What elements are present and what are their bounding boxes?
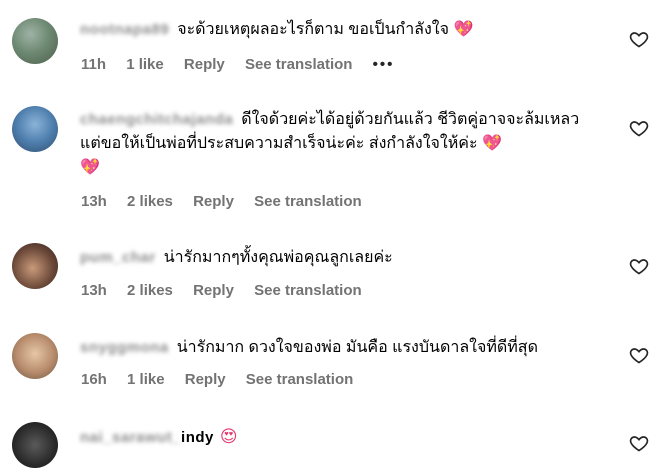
heart-outline-icon[interactable] (629, 256, 649, 276)
sparkling-heart-emoji: 💖 (481, 135, 502, 152)
username[interactable]: chaengchitchajanda (80, 108, 233, 132)
username[interactable]: snyggmona (80, 336, 169, 360)
avatar[interactable] (12, 333, 58, 379)
likes-count[interactable]: 1 like (126, 56, 164, 73)
reply-button[interactable]: Reply (184, 56, 225, 73)
reply-button[interactable]: Reply (185, 371, 226, 388)
reply-button[interactable]: Reply (193, 282, 234, 299)
comment-text: น่ารักมากๆทั้งคุณพ่อคุณลูกเลยค่ะ (163, 249, 393, 266)
username-blurred[interactable]: nai_sarawut_ (80, 426, 181, 450)
comment-body: nai_sarawut_indy 😍 (80, 425, 605, 450)
likes-count[interactable]: 2 likes (127, 282, 173, 299)
username[interactable]: pum_char (80, 246, 156, 270)
heart-outline-icon[interactable] (629, 345, 649, 365)
comment-text: น่ารักมาก ดวงใจของพ่อ มันคือ แรงบันดาลใจ… (176, 339, 538, 356)
see-translation-button[interactable]: See translation (246, 371, 354, 388)
sparkling-heart-emoji: 💖 (80, 159, 100, 176)
heart-eyes-emoji: 😍 (219, 427, 238, 446)
more-dots-icon[interactable]: ••• (373, 56, 395, 73)
avatar[interactable] (12, 243, 58, 289)
sparkling-heart-emoji: 💖 (453, 21, 474, 38)
timestamp: 13h (81, 193, 107, 210)
heart-outline-icon[interactable] (629, 118, 649, 138)
comment-meta: 13h 2 likes Reply See translation (81, 282, 378, 299)
comment-meta: 13h 2 likes Reply See translation (81, 193, 378, 210)
likes-count[interactable]: 2 likes (127, 193, 173, 210)
username[interactable]: nootnapa89 (80, 18, 169, 42)
see-translation-button[interactable]: See translation (245, 56, 353, 73)
heart-outline-icon[interactable] (629, 433, 649, 453)
avatar[interactable] (12, 106, 58, 152)
comment-text: จะด้วยเหตุผลอะไรก็ตาม ขอเป็นกำลังใจ (177, 21, 449, 38)
comment-body: nootnapa89 จะด้วยเหตุผลอะไรก็ตาม ขอเป็นกำ… (80, 18, 605, 42)
see-translation-button[interactable]: See translation (254, 282, 362, 299)
comment-meta: 11h 1 like Reply See translation ••• (81, 56, 410, 73)
comment-meta: 16h 1 like Reply See translation (81, 371, 369, 388)
comment-body: chaengchitchajanda ดีใจด้วยค่ะได้อยู่ด้วย… (80, 108, 598, 180)
reply-button[interactable]: Reply (193, 193, 234, 210)
comment-body: pum_char น่ารักมากๆทั้งคุณพ่อคุณลูกเลยค่ะ (80, 246, 605, 270)
avatar[interactable] (12, 422, 58, 468)
username-visible[interactable]: indy (181, 426, 214, 450)
timestamp: 11h (81, 56, 107, 73)
timestamp: 13h (81, 282, 107, 299)
likes-count[interactable]: 1 like (127, 371, 165, 388)
timestamp: 16h (81, 371, 107, 388)
avatar[interactable] (12, 18, 58, 64)
comment-body: snyggmona น่ารักมาก ดวงใจของพ่อ มันคือ แร… (80, 336, 605, 360)
see-translation-button[interactable]: See translation (254, 193, 362, 210)
heart-outline-icon[interactable] (629, 29, 649, 49)
